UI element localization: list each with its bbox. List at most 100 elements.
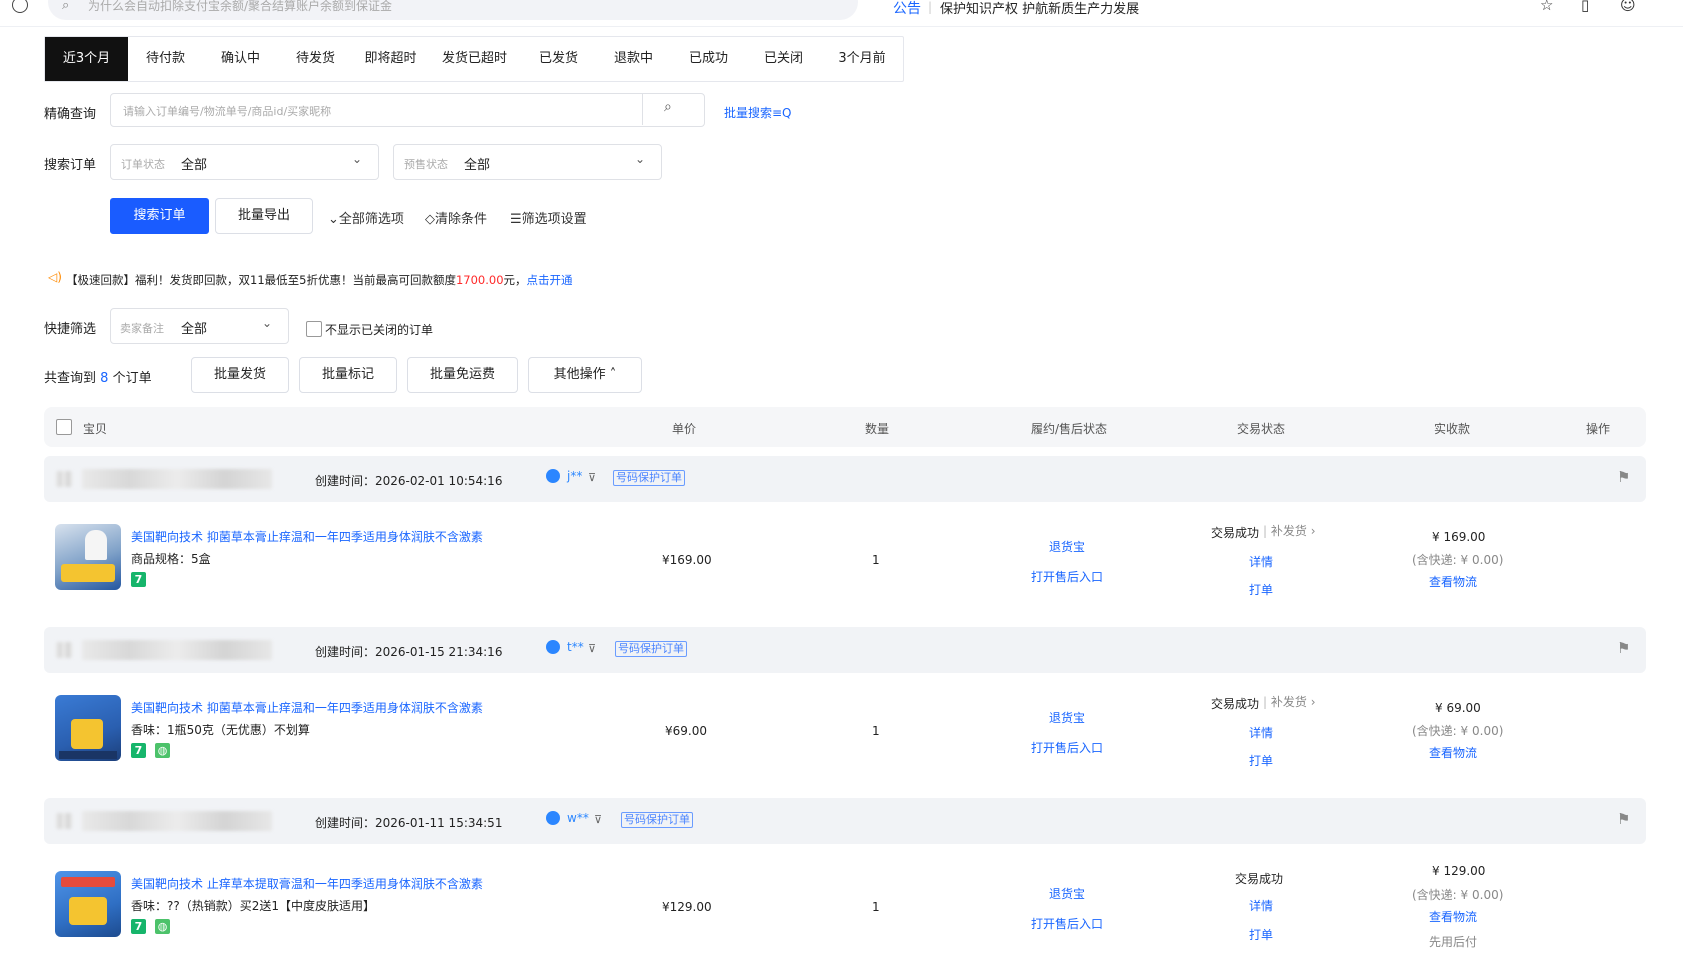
- unit-price: ¥169.00: [662, 553, 712, 567]
- order-detail-link[interactable]: 详情: [1249, 553, 1273, 570]
- print-order-link[interactable]: 打单: [1249, 581, 1273, 598]
- tab-closed[interactable]: 已关闭: [746, 37, 821, 81]
- batch-mark-button[interactable]: 批量标记: [299, 357, 397, 393]
- batch-search-link[interactable]: 批量搜索≡Q: [724, 104, 792, 121]
- number-protect-tag: 号码保护订单: [615, 641, 687, 657]
- product-spec: 香味：1瓶50克（无优惠）不划算: [131, 723, 310, 737]
- chat-icon[interactable]: [546, 469, 560, 483]
- flag-icon[interactable]: ⚑: [1617, 810, 1630, 828]
- view-logistics-link[interactable]: 查看物流: [1429, 908, 1477, 925]
- select-all-checkbox[interactable]: [56, 419, 72, 435]
- print-order-link[interactable]: 打单: [1249, 752, 1273, 769]
- clear-conditions-button[interactable]: ◇清除条件: [425, 208, 487, 227]
- seller-remark-value: 全部: [181, 322, 208, 337]
- product-image[interactable]: [55, 871, 121, 937]
- chat-icon[interactable]: [546, 811, 560, 825]
- paid-amount: ¥ 129.00: [1432, 864, 1486, 878]
- blurred-order-number: [82, 469, 272, 489]
- aftersale-entry-link[interactable]: 打开售后入口: [1031, 568, 1103, 585]
- tab-refunding[interactable]: 退款中: [596, 37, 671, 81]
- aftersale-entry-link[interactable]: 打开售后入口: [1031, 739, 1103, 756]
- tab-recent-3-months[interactable]: 近3个月: [45, 37, 128, 81]
- promo-text-after: 元，: [503, 273, 527, 287]
- star-icon[interactable]: ☆: [1540, 0, 1553, 14]
- table-header: [44, 407, 1646, 447]
- document-icon[interactable]: ▯: [1581, 0, 1589, 14]
- hide-closed-checkbox[interactable]: [306, 321, 322, 337]
- buyer-nick[interactable]: t**: [567, 640, 584, 654]
- print-order-link[interactable]: 打单: [1249, 926, 1273, 943]
- product-image[interactable]: [55, 695, 121, 761]
- resend-label: 补发货: [1270, 695, 1307, 709]
- product-spec: 商品规格：5盒: [131, 552, 211, 566]
- all-filters-toggle[interactable]: ⌄全部筛选项: [328, 208, 404, 227]
- view-logistics-link[interactable]: 查看物流: [1429, 573, 1477, 590]
- blurred-order-number: [82, 640, 272, 660]
- quantity: 1: [872, 724, 880, 738]
- shipping-fee: (含快递: ¥ 0.00): [1412, 888, 1504, 902]
- buyer-nick[interactable]: j**: [567, 469, 582, 483]
- other-actions-button[interactable]: 其他操作 ˄: [528, 357, 642, 393]
- tab-success[interactable]: 已成功: [671, 37, 746, 81]
- filter-icon[interactable]: ⊽: [588, 471, 596, 484]
- chat-icon[interactable]: [546, 640, 560, 654]
- return-insurance-link[interactable]: 退货宝: [1049, 709, 1085, 726]
- tab-ship-timeout[interactable]: 发货已超时: [428, 37, 521, 81]
- header-ops: 操作: [1586, 422, 1611, 436]
- order-detail-link[interactable]: 详情: [1249, 897, 1273, 914]
- order-count-summary: 共查询到 8 个订单: [44, 367, 152, 386]
- header-trade: 交易状态: [1237, 422, 1286, 436]
- product-title-link[interactable]: 美国靶向技术 抑菌草本膏止痒温和一年四季适用身体润肤不含激素: [131, 528, 483, 545]
- tab-pending-ship[interactable]: 待发货: [278, 37, 353, 81]
- tab-shipped[interactable]: 已发货: [521, 37, 596, 81]
- flag-icon[interactable]: ⚑: [1617, 639, 1630, 657]
- search-orders-button[interactable]: 搜索订单: [110, 198, 209, 234]
- chevron-down-icon: ⌄: [635, 152, 646, 166]
- global-search-placeholder[interactable]: 为什么会自动扣除支付宝余额/聚合结算账户余额到保证金: [88, 0, 392, 12]
- order-created-time: 创建时间：2026-01-15 21:34:16: [315, 645, 503, 659]
- return-insurance-link[interactable]: 退货宝: [1049, 538, 1085, 555]
- resend-link[interactable]: | 补发货 ›: [1263, 693, 1316, 710]
- blurred-checkbox: [56, 471, 72, 487]
- precise-search-button[interactable]: [642, 94, 703, 125]
- notice-text[interactable]: 保护知识产权 护航新质生产力发展: [940, 0, 1139, 17]
- aftersale-entry-link[interactable]: 打开售后入口: [1031, 915, 1103, 932]
- product-title-link[interactable]: 美国靶向技术 抑菌草本膏止痒温和一年四季适用身体润肤不含激素: [131, 699, 483, 716]
- tab-3-months-ago[interactable]: 3个月前: [821, 37, 903, 81]
- return-insurance-link[interactable]: 退货宝: [1049, 885, 1085, 902]
- notice-tag[interactable]: 公告: [893, 0, 921, 18]
- order-created-time: 创建时间：2026-01-11 15:34:51: [315, 816, 503, 830]
- search-icon: ⌕: [664, 99, 672, 115]
- order-count: 8: [100, 371, 109, 386]
- filter-icon[interactable]: ⊽: [588, 642, 596, 655]
- tab-about-to-timeout[interactable]: 即将超时: [353, 37, 428, 81]
- batch-ship-button[interactable]: 批量发货: [191, 357, 289, 393]
- filter-settings-button[interactable]: ☰筛选项设置: [510, 208, 587, 227]
- product-image[interactable]: [55, 524, 121, 590]
- batch-export-button[interactable]: 批量导出: [215, 198, 313, 234]
- order-header-row: [44, 627, 1646, 673]
- product-title-link[interactable]: 美国靶向技术 止痒草本提取膏温和一年四季适用身体润肤不含激素: [131, 875, 483, 892]
- order-detail-link[interactable]: 详情: [1249, 724, 1273, 741]
- precise-query-label: 精确查询: [44, 107, 97, 122]
- seven-day-return-badge: 7: [131, 919, 146, 934]
- resend-link[interactable]: | 补发货 ›: [1263, 522, 1316, 539]
- smile-icon[interactable]: ☺: [1620, 0, 1636, 14]
- order-header-row: [44, 456, 1646, 502]
- search-icon: ⌕: [62, 0, 70, 13]
- blurred-checkbox: [56, 642, 72, 658]
- tab-confirming[interactable]: 确认中: [203, 37, 278, 81]
- buyer-nick[interactable]: w**: [567, 811, 589, 825]
- promo-open-link[interactable]: 点击开通: [527, 273, 573, 287]
- filter-icon[interactable]: ⊽: [594, 813, 602, 826]
- unit-price: ¥69.00: [665, 724, 707, 738]
- tab-pending-payment[interactable]: 待付款: [128, 37, 203, 81]
- order-created-time: 创建时间：2026-02-01 10:54:16: [315, 474, 503, 488]
- hide-closed-label: 不显示已关闭的订单: [325, 323, 434, 337]
- number-protect-tag: 号码保护订单: [613, 470, 685, 486]
- batch-free-shipping-button[interactable]: 批量免运费: [407, 357, 518, 393]
- view-logistics-link[interactable]: 查看物流: [1429, 744, 1477, 761]
- flag-icon[interactable]: ⚑: [1617, 468, 1630, 486]
- header-item: 宝贝: [83, 422, 108, 436]
- paid-amount: ¥ 69.00: [1435, 701, 1481, 715]
